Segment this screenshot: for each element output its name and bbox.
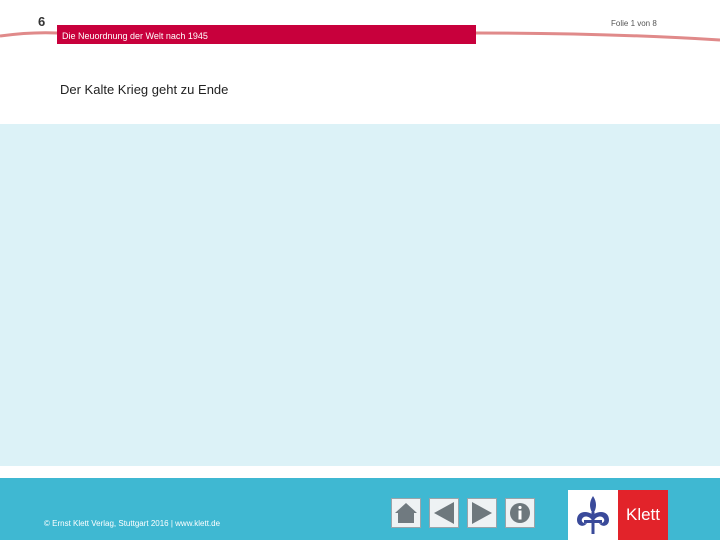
klett-logo: Klett — [568, 490, 668, 540]
logo-wordmark: Klett — [618, 490, 668, 540]
previous-button[interactable] — [429, 498, 459, 528]
arrow-right-icon — [472, 502, 492, 524]
copyright-text: © Ernst Klett Verlag, Stuttgart 2016 | w… — [44, 519, 221, 528]
home-icon — [395, 503, 417, 523]
home-button[interactable] — [391, 498, 421, 528]
arrow-left-icon — [434, 502, 454, 524]
content-area — [0, 124, 720, 466]
footer: © Ernst Klett Verlag, Stuttgart 2016 | w… — [0, 478, 720, 540]
page-title: Der Kalte Krieg geht zu Ende — [60, 82, 229, 97]
info-button[interactable] — [505, 498, 535, 528]
chapter-title: Die Neuordnung der Welt nach 1945 — [62, 31, 208, 41]
fleur-de-lis-icon — [577, 496, 609, 534]
info-icon — [510, 503, 530, 523]
chapter-banner: Die Neuordnung der Welt nach 1945 — [57, 25, 476, 44]
next-button[interactable] — [467, 498, 497, 528]
